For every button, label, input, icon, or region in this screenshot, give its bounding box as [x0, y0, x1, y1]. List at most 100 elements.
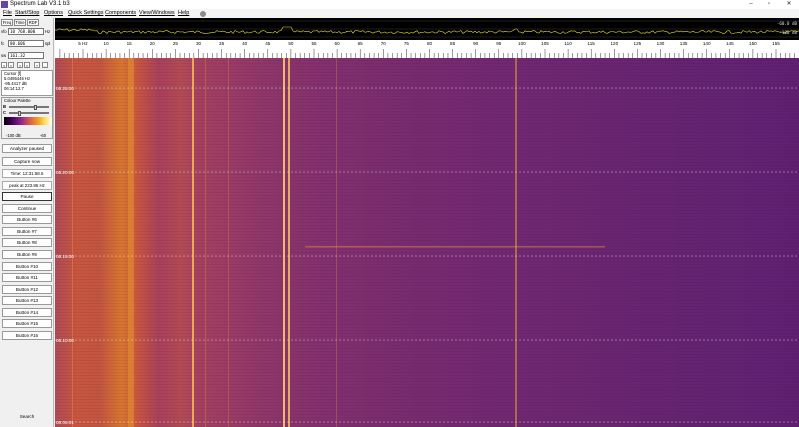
axis-tick-label: 115 [587, 41, 595, 46]
time-label: 06:10:00 [56, 338, 74, 343]
axis-tick-label: 45 [265, 41, 271, 46]
axis-tick-label: 95 [496, 41, 502, 46]
control-panel: Freq Time RDF vfo 10 768.000 Hz fc 80.60… [0, 18, 54, 427]
time-label: 06:25:00 [56, 86, 74, 91]
palette-title: Colour Palette [4, 98, 31, 103]
palette-max-label: -60 [40, 133, 47, 138]
spectrum-trace [55, 26, 799, 34]
search-button[interactable]: Search [2, 413, 52, 422]
waterfall-line [72, 58, 73, 427]
waterfall-line [205, 58, 206, 427]
menu-file[interactable]: File [3, 9, 12, 18]
axis-tick-label: 105 [541, 41, 549, 46]
menu-options[interactable]: Options [44, 9, 63, 18]
button-13[interactable]: Button #13 [2, 296, 52, 305]
brightness-slider[interactable] [9, 105, 49, 110]
waterfall-overlay [55, 58, 799, 427]
tab-freq[interactable]: Freq [1, 19, 13, 26]
analyzer-paused-button[interactable]: Analyzer paused [2, 144, 52, 153]
axis-tick-label: 10 [103, 41, 109, 46]
menu-quick-settings[interactable]: Quick Settings [68, 9, 103, 18]
app-icon [1, 1, 8, 8]
waterfall-display[interactable]: 06:25:00 06:20:00 06:15:00 06:10:00 06:0… [55, 58, 799, 427]
menu-bar: File Start/Stop Options Quick Settings C… [0, 9, 799, 18]
brightness-slider-row: B [3, 104, 51, 110]
axis-tick-label: 55 [311, 41, 317, 46]
button-12[interactable]: Button #12 [2, 285, 52, 294]
axis-tick-label: 110 [564, 41, 572, 46]
axis-tick-label: 125 [633, 41, 642, 46]
axis-tick-label: 100 [518, 41, 526, 46]
vfo-field[interactable]: 10 768.000 [8, 28, 44, 35]
nav-left-button[interactable]: < [8, 62, 14, 68]
zoom-out-button[interactable]: - [42, 62, 48, 68]
spectrum-bottom-label: -100 dB [779, 30, 797, 35]
button-8[interactable]: Button #8 [2, 238, 52, 247]
axis-tick-label: 65 [357, 41, 363, 46]
nav-right-fast-button[interactable]: > [24, 62, 30, 68]
contrast-slider-knob[interactable] [18, 111, 21, 116]
frequency-axis[interactable]: 5 Hz 10 15 20 25 30 35 40 45 50 55 60 65 70 75 80 85 90 95… [55, 40, 799, 58]
contrast-slider[interactable] [9, 111, 49, 116]
time-label: 06:05:01 [56, 420, 74, 425]
button-11[interactable]: Button #11 [2, 273, 52, 282]
peak-readout: peak at 223.86 Hz [2, 181, 52, 190]
axis-tick-label: 75 [403, 41, 409, 46]
axis-tick-label: 30 [195, 41, 202, 46]
time-label: 06:20:00 [56, 170, 74, 175]
record-icon[interactable] [200, 11, 206, 17]
axis-tick-label: 20 [149, 41, 155, 46]
menu-start-stop[interactable]: Start/Stop [15, 9, 39, 18]
nav-right-button[interactable]: > [17, 62, 23, 68]
colour-palette-panel: Colour Palette B C -100 dB -60 [1, 97, 53, 139]
axis-tick-label: 40 [242, 41, 248, 46]
axis-tick-label: 35 [219, 41, 225, 46]
spectrum-lab-window: Spectrum Lab V3.1 b3 – ▫ ✕ File Start/St… [0, 0, 799, 427]
menu-help[interactable]: Help [178, 9, 189, 18]
fc-unit: spl [45, 41, 51, 46]
spectrum-display[interactable]: -60.0 dB -100 dB [55, 18, 799, 40]
axis-tick-label: 130 [656, 41, 665, 46]
close-button[interactable]: ✕ [780, 0, 798, 9]
tab-time[interactable]: Time [14, 19, 26, 26]
button-16[interactable]: Button #16 [2, 331, 52, 340]
menu-view-windows[interactable]: View/Windows [139, 9, 175, 18]
axis-tick-label: 15 [126, 41, 132, 46]
waterfall-line [192, 58, 194, 427]
title-bar: Spectrum Lab V3.1 b3 – ▫ ✕ [0, 0, 799, 9]
axis-tick-label: 25 [172, 41, 178, 46]
sw-field[interactable]: 161.32 [8, 52, 44, 59]
cursor-time: 06:14:12.7 [4, 86, 24, 91]
minimize-button[interactable]: – [742, 0, 760, 9]
button-7[interactable]: Button #7 [2, 227, 52, 236]
button-15[interactable]: Button #15 [2, 319, 52, 328]
maximize-button[interactable]: ▫ [760, 0, 778, 9]
palette-colorbar[interactable] [4, 117, 52, 125]
capture-now-button[interactable]: Capture now [2, 157, 52, 166]
axis-tick-label: 120 [610, 41, 619, 46]
menu-components[interactable]: Components [105, 9, 136, 18]
brightness-label: B [3, 104, 7, 109]
axis-tick-label: 140 [702, 41, 711, 46]
button-10[interactable]: Button #10 [2, 262, 52, 271]
waterfall-line [283, 58, 285, 427]
axis-tick-label: 5 Hz [78, 41, 88, 46]
waterfall-line [336, 58, 337, 427]
axis-tick-label: 155 [772, 41, 780, 46]
zoom-in-button[interactable]: + [34, 62, 40, 68]
fc-field[interactable]: 80.606 [8, 40, 44, 47]
tab-rdf[interactable]: RDF [27, 19, 39, 26]
time-label: 06:15:00 [56, 254, 74, 259]
cursor-readout: Cursor [f] 5.0495445 Hz -95.4417 dB 06:1… [1, 70, 53, 96]
pause-button[interactable]: Pause [2, 192, 52, 201]
nav-left-fast-button[interactable]: < [1, 62, 7, 68]
waterfall-line [515, 58, 517, 427]
continue-button[interactable]: Continue [2, 204, 52, 213]
axis-tick-label: 60 [334, 41, 340, 46]
axis-tick-label: 90 [473, 41, 479, 46]
axis-tick-label: 85 [450, 41, 456, 46]
button-14[interactable]: Button #14 [2, 308, 52, 317]
sw-label: sw [1, 53, 7, 58]
button-6[interactable]: Button #6 [2, 215, 52, 224]
button-9[interactable]: Button #9 [2, 250, 52, 259]
